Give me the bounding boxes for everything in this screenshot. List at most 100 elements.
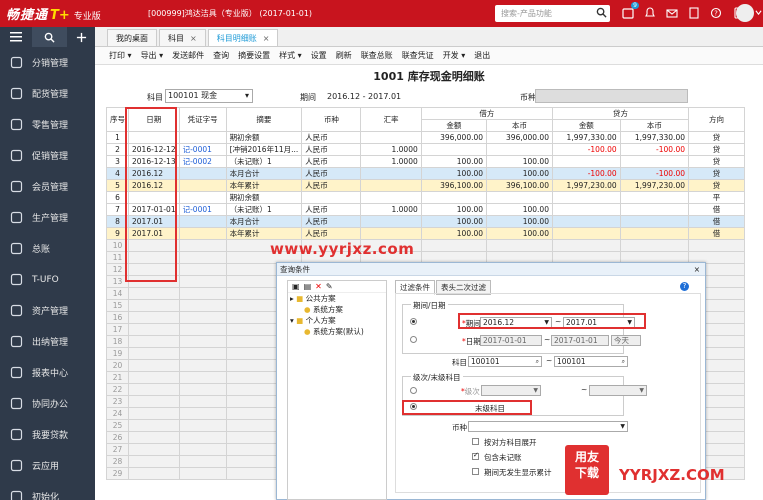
col-voucher[interactable]: 凭证字号 [178,107,227,132]
col-debit-base[interactable]: 本币 [486,119,553,132]
tree-node-personal[interactable]: ▾ ■ 个人方案 [290,315,386,326]
mail-icon[interactable] [664,4,680,22]
tab-subject-ledger[interactable]: 科目明细账 × [207,29,279,46]
toolbar-button[interactable]: 开发 ▾ [443,50,466,61]
toolbar-button[interactable]: 打印 ▾ [109,50,132,61]
expand-checkbox[interactable] [472,438,479,445]
sidebar-item[interactable]: 总账 [0,233,95,264]
currency-select[interactable] [535,89,688,103]
date-radio[interactable] [410,336,417,343]
tree-node-default[interactable]: ● 系统方案(默认) [290,326,386,337]
col-credit-base[interactable]: 本币 [619,119,690,132]
help-icon[interactable]: ? [680,282,689,291]
col-credit-amount[interactable]: 金额 [551,119,621,132]
sidebar-item[interactable]: 分销管理 [0,47,95,78]
sidebar-item[interactable]: 促销管理 [0,140,95,171]
sidebar-item[interactable]: 会员管理 [0,171,95,202]
cell-no: 25 [106,419,129,432]
search-icon[interactable]: ⌕ [536,357,539,366]
sidebar-item[interactable]: T-UFO [0,264,95,295]
close-icon[interactable]: × [694,263,700,276]
tree-node-system[interactable]: ● 系统方案 [290,304,386,315]
table-row[interactable]: 8 2017.01 本月合计 人民币 100.00 100.00 借 [106,215,763,228]
cell-voucher[interactable]: 记-0002 [178,155,227,168]
cell-c-base [619,155,690,168]
save-as-icon[interactable]: ▤ [304,282,312,291]
toolbar-button[interactable]: 摘要设置 [238,50,270,61]
tree-node-public[interactable]: ▸ ■ 公共方案 [290,293,386,304]
table-row[interactable]: 4 2016.12 本月合计 人民币 100.00 100.00 -100.00 -100.0… [106,167,763,180]
subject-to-input[interactable]: 100101 ⌕ [554,356,628,367]
sidebar-item[interactable]: 资产管理 [0,295,95,326]
col-debit-amount[interactable]: 金额 [420,119,488,132]
search-icon[interactable] [596,7,607,18]
period-radio[interactable] [410,318,417,325]
subject-from-input[interactable]: 100101 ⌕ [468,356,542,367]
toolbar-button[interactable]: 查询 [213,50,229,61]
sidebar-item[interactable]: 配货管理 [0,78,95,109]
save-icon[interactable]: ▣ [292,282,300,291]
level-from-select[interactable]: ▼ [481,385,541,396]
toolbar-button[interactable]: 联查总账 [361,50,393,61]
search-icon[interactable]: ⌕ [622,357,625,366]
scheme-tree: ▸ ■ 公共方案 ● 系统方案 ▾ ■ 个人方案 ● 系统方案(默认) [288,293,386,337]
table-row[interactable]: 9 2017.01 本年累计 人民币 100.00 100.00 借 [106,227,763,240]
plus-icon[interactable] [67,27,95,47]
tab-desktop[interactable]: 我的桌面 [107,29,157,46]
level-radio[interactable] [410,387,417,394]
table-row[interactable]: 1 期初余额 人民币 396,000.00 396,000.00 1,997,330.00… [106,131,763,144]
date-to-input[interactable]: 2017-01-01 [551,335,609,346]
col-currency[interactable]: 币种 [301,107,362,132]
toolbar-button[interactable]: 发送邮件 [172,50,204,61]
toolbar-button[interactable]: 刷新 [336,50,352,61]
chevron-down-icon: ▼ [620,423,625,430]
delete-icon[interactable]: ✕ [315,282,322,291]
table-row[interactable]: 10 [106,239,763,252]
currency-select[interactable]: ▼ [468,421,628,432]
table-row[interactable]: 2 2016-12-12 记-0001 [冲销2016年11月... 人民币 1.0000… [106,143,763,156]
cell-c-amt: 1,997,330.00 [551,131,621,144]
close-icon[interactable]: × [190,34,197,43]
date-from-input[interactable]: 2017-01-01 [480,335,542,346]
sidebar-item[interactable]: 生产管理 [0,202,95,233]
toolbar-button[interactable]: 设置 [311,50,327,61]
toolbar-button[interactable]: 退出 [474,50,490,61]
table-row[interactable]: 7 2017-01-01 记-0001 （未记账）1 人民币 1.0000 100.00 10… [106,203,763,216]
sidebar-item[interactable]: 我要贷款 [0,419,95,450]
chevron-down-icon[interactable] [755,9,762,16]
today-select[interactable]: 今天 [611,335,641,346]
sidebar-item[interactable]: 报表中心 [0,357,95,388]
include-unposted-checkbox[interactable] [472,451,479,460]
table-row[interactable]: 6 期初余额平 [106,191,763,204]
tab-subject[interactable]: 科目 × [159,29,206,46]
close-icon[interactable]: × [263,34,270,43]
cell-voucher[interactable]: 记-0001 [178,143,227,156]
level-to-select[interactable]: ▼ [589,385,647,396]
avatar[interactable] [736,4,754,22]
app-store-icon[interactable]: 9 [620,2,639,22]
cell-no: 21 [106,371,129,384]
sidebar-item[interactable]: 初始化 [0,481,95,500]
calculator-icon[interactable] [686,4,702,22]
col-summary[interactable]: 摘要 [225,107,303,132]
toolbar-button[interactable]: 联查凭证 [402,50,434,61]
sidebar-item[interactable]: 协同办公 [0,388,95,419]
search-input[interactable]: 搜索-产品功能 [495,5,610,22]
subject-select[interactable]: 100101 现金 ▾ [165,89,253,103]
sidebar-item[interactable]: 零售管理 [0,109,95,140]
col-rate[interactable]: 汇率 [360,107,422,132]
col-direction[interactable]: 方向 [688,107,745,132]
cell-voucher[interactable]: 记-0001 [178,203,227,216]
toolbar-button[interactable]: 样式 ▾ [279,50,302,61]
menu-icon[interactable] [0,27,32,47]
show-no-activity-checkbox[interactable] [472,468,479,475]
table-row[interactable]: 5 2016.12 本年累计 人民币 396,100.00 396,100.00 1,997… [106,179,763,192]
table-row[interactable]: 3 2016-12-13 记-0002 （未记账）1 人民币 1.0000 100.00 10… [106,155,763,168]
bell-icon[interactable] [642,4,658,22]
sidebar-search-icon[interactable] [32,27,67,47]
sidebar-item[interactable]: 云应用 [0,450,95,481]
sidebar-item[interactable]: 出纳管理 [0,326,95,357]
help-icon[interactable]: ? [708,4,724,22]
edit-icon[interactable]: ✎ [326,282,333,291]
toolbar-button[interactable]: 导出 ▾ [141,50,164,61]
